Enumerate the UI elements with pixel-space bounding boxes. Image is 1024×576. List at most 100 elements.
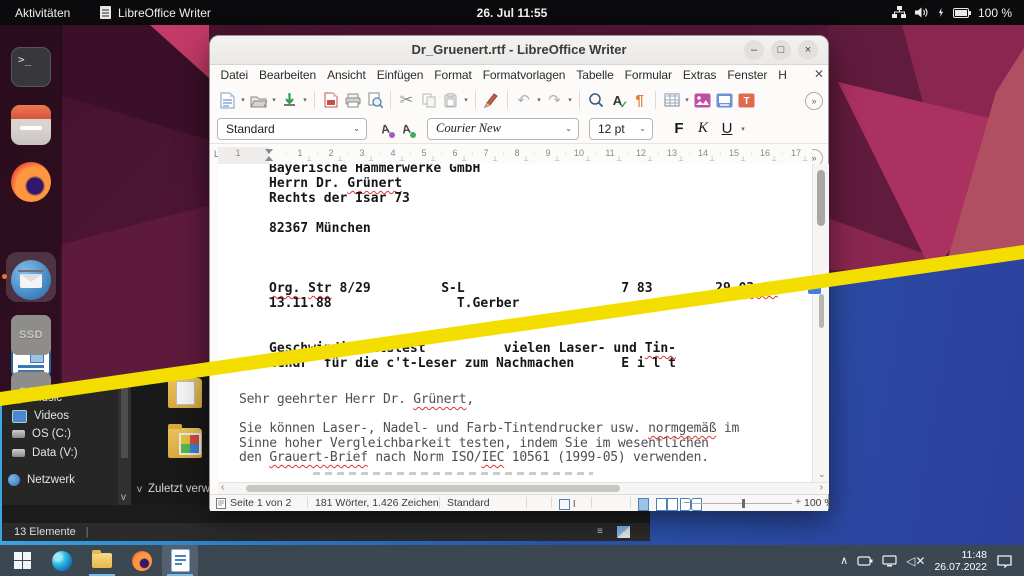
close-document-icon[interactable]: ✕	[814, 67, 824, 81]
toolbar-separator	[386, 91, 395, 109]
tray-expand-icon[interactable]: ∧	[840, 554, 848, 567]
insert-frame-button[interactable]	[714, 90, 735, 111]
new-style-button[interactable]: A	[396, 118, 417, 139]
thumbnail-view-icon[interactable]	[617, 526, 630, 538]
spelling-button[interactable]: A ✓	[607, 90, 628, 111]
horizontal-ruler[interactable]: 1 1 · ⊥ 2 · ⊥ 3 · ⊥ 4 · ⊥ 5 · ⊥ 6 · ⊥ 7 · ⊥ 8 · ⊥ 9 · ⊥ 10 · ⊥ 11 · ⊥ 12 ·…	[218, 147, 812, 165]
start-button[interactable]	[4, 545, 40, 576]
zoom-slider[interactable]: – +	[684, 497, 801, 508]
open-button[interactable]	[248, 90, 269, 111]
menu-formular[interactable]: Formular	[619, 68, 677, 82]
taskbar-firefox[interactable]	[124, 545, 160, 576]
page-style[interactable]: Standard	[447, 497, 490, 509]
ruler-tick: ·	[316, 148, 319, 158]
window-title-bar[interactable]: Dr_Gruenert.rtf - LibreOffice Writer – □…	[210, 36, 828, 65]
videos-icon	[12, 409, 27, 423]
sidebar-toggle[interactable]	[808, 286, 821, 294]
menu-datei[interactable]: Datei	[215, 68, 254, 82]
font-size-combo[interactable]: 12 pt ⌄	[589, 117, 653, 140]
menu-bearbeiten[interactable]: Bearbeiten	[254, 68, 322, 82]
print-preview-button[interactable]	[364, 90, 385, 111]
dock-ssd-drive[interactable]: SSD	[11, 315, 51, 355]
taskbar-clock[interactable]: 11:48 26.07.2022	[934, 549, 987, 573]
zoom-level[interactable]: 100 %	[804, 497, 834, 509]
menu-ansicht[interactable]: Ansicht	[322, 68, 372, 82]
font-name-combo[interactable]: Courier New ⌄	[427, 117, 579, 140]
print-button[interactable]	[342, 90, 363, 111]
action-center-icon[interactable]	[996, 554, 1014, 568]
menu-format[interactable]: Format	[429, 68, 477, 82]
word-count[interactable]: 181 Wörter, 1.426 Zeichen	[315, 497, 439, 509]
taskbar-edge[interactable]	[44, 545, 80, 576]
document-canvas[interactable]: Bayerische Hammerwerke GmbH Herrn Dr. Grü…	[218, 164, 812, 482]
vertical-scrollbar[interactable]: ⌄	[812, 164, 829, 482]
insert-table-button[interactable]	[661, 90, 682, 111]
libreoffice-writer-window: Dr_Gruenert.rtf - LibreOffice Writer – □…	[209, 35, 834, 512]
insert-textbox-button[interactable]: T	[736, 90, 757, 111]
chevron-down-icon[interactable]: v	[121, 492, 126, 503]
selection-mode-icon[interactable]: I	[559, 498, 576, 510]
recent-section-header[interactable]: v Zuletzt verw	[137, 483, 210, 495]
scrollbar-thumb[interactable]	[817, 170, 825, 226]
explorer-nav-data-v[interactable]: Data (V:)	[12, 445, 78, 461]
scroll-left-icon[interactable]: ‹	[221, 482, 224, 493]
dock-firefox[interactable]	[11, 162, 51, 202]
folder-videos[interactable]	[168, 424, 202, 458]
new-document-button[interactable]	[217, 90, 238, 111]
bold-button[interactable]: F	[667, 118, 691, 140]
taskbar-libreoffice-writer[interactable]	[162, 545, 198, 576]
insert-image-button[interactable]	[692, 90, 713, 111]
scrollbar-thumb[interactable]	[246, 485, 620, 492]
export-pdf-button[interactable]	[320, 90, 341, 111]
indent-marker[interactable]	[265, 149, 274, 161]
system-status-area[interactable]: 100 %	[891, 6, 1012, 20]
save-button[interactable]	[279, 90, 300, 111]
single-page-view-icon[interactable]	[638, 498, 649, 511]
find-replace-button[interactable]	[585, 90, 606, 111]
clone-formatting-button[interactable]	[481, 90, 502, 111]
menu-formatvorlagen[interactable]: Formatvorlagen	[477, 68, 571, 82]
paragraph-style-value: Standard	[226, 121, 275, 136]
network-status-icon[interactable]	[882, 554, 897, 567]
menu-hilfe-clipped[interactable]: H	[773, 68, 793, 82]
multi-page-view-icon[interactable]	[656, 498, 678, 511]
open-dropdown-icon[interactable]: ▾	[270, 96, 278, 104]
new-dropdown-icon[interactable]: ▾	[239, 96, 247, 104]
save-dropdown-icon[interactable]: ▾	[301, 96, 309, 104]
update-style-button[interactable]: A	[375, 118, 396, 139]
explorer-nav-os-c[interactable]: OS (C:)	[12, 426, 71, 442]
battery-icon[interactable]	[857, 555, 873, 567]
explorer-nav-network[interactable]: Netzwerk	[8, 472, 75, 488]
menu-extras[interactable]: Extras	[677, 68, 721, 82]
menu-fenster[interactable]: Fenster	[722, 68, 773, 82]
underline-button[interactable]: U	[715, 118, 739, 140]
running-indicator	[2, 274, 7, 279]
close-button[interactable]: ×	[798, 40, 818, 60]
dock-terminal[interactable]: >_	[11, 47, 51, 87]
minimize-button[interactable]: –	[744, 40, 764, 60]
menu-tabelle[interactable]: Tabelle	[571, 68, 619, 82]
horizontal-scrollbar[interactable]: ‹ ›	[218, 482, 829, 494]
underline-dropdown-icon[interactable]: ▾	[739, 125, 747, 133]
toolbar-overflow-button[interactable]: »	[805, 92, 823, 110]
page-count[interactable]: Seite 1 von 2	[230, 497, 291, 509]
ruler-number: 16	[759, 148, 771, 158]
explorer-nav-videos[interactable]: Videos	[12, 408, 69, 424]
scroll-right-icon[interactable]: ›	[820, 482, 823, 493]
zoom-slider-thumb[interactable]	[742, 499, 745, 508]
italic-button[interactable]: K	[691, 118, 715, 140]
volume-muted-icon[interactable]: ◁✕	[906, 554, 925, 568]
paragraph-style-combo[interactable]: Standard ⌄	[217, 117, 367, 140]
save-status-icon[interactable]	[216, 498, 226, 512]
formatting-marks-button[interactable]: ¶	[629, 90, 650, 111]
scrollbar-thumb-2[interactable]	[819, 294, 824, 328]
details-view-icon[interactable]: ≡	[597, 526, 610, 538]
menu-einfuegen[interactable]: Einfügen	[371, 68, 429, 82]
taskbar-file-explorer[interactable]	[84, 545, 120, 576]
dock-files[interactable]	[11, 105, 51, 145]
maximize-button[interactable]: □	[771, 40, 791, 60]
folder-documents[interactable]	[168, 374, 202, 408]
table-dropdown-icon[interactable]: ▾	[683, 96, 691, 104]
top-bar-clock[interactable]: 26. Jul 11:55	[0, 6, 1024, 20]
scroll-down-icon[interactable]: ⌄	[818, 469, 826, 480]
